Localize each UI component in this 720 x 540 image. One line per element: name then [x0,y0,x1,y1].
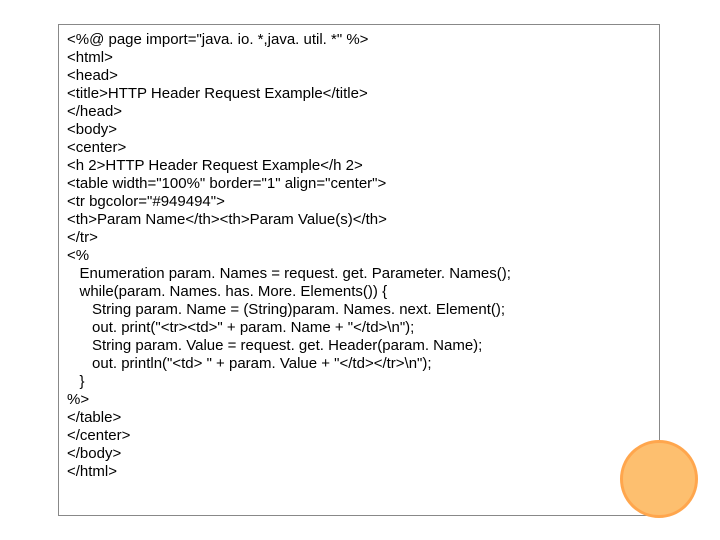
slide: <%@ page import="java. io. *,java. util.… [0,0,720,540]
code-line: </html> [67,463,651,481]
code-line: String param. Name = (String)param. Name… [67,301,651,319]
code-line: <title>HTTP Header Request Example</titl… [67,85,651,103]
code-line: <center> [67,139,651,157]
code-line: </table> [67,409,651,427]
code-line: out. println("<td> " + param. Value + "<… [67,355,651,373]
code-line: } [67,373,651,391]
code-line: String param. Value = request. get. Head… [67,337,651,355]
code-line: while(param. Names. has. More. Elements(… [67,283,651,301]
code-line: <h 2>HTTP Header Request Example</h 2> [67,157,651,175]
code-line: <head> [67,67,651,85]
code-line: </body> [67,445,651,463]
code-line: </tr> [67,229,651,247]
code-line: <th>Param Name</th><th>Param Value(s)</t… [67,211,651,229]
code-line: <%@ page import="java. io. *,java. util.… [67,31,651,49]
decorative-circle [620,440,698,518]
code-line: <html> [67,49,651,67]
code-line: out. print("<tr><td>" + param. Name + "<… [67,319,651,337]
code-line: <% [67,247,651,265]
code-line: </head> [67,103,651,121]
code-line: <table width="100%" border="1" align="ce… [67,175,651,193]
code-line: </center> [67,427,651,445]
code-line: <body> [67,121,651,139]
code-line: %> [67,391,651,409]
code-line: Enumeration param. Names = request. get.… [67,265,651,283]
code-box: <%@ page import="java. io. *,java. util.… [58,24,660,516]
code-line: <tr bgcolor="#949494"> [67,193,651,211]
